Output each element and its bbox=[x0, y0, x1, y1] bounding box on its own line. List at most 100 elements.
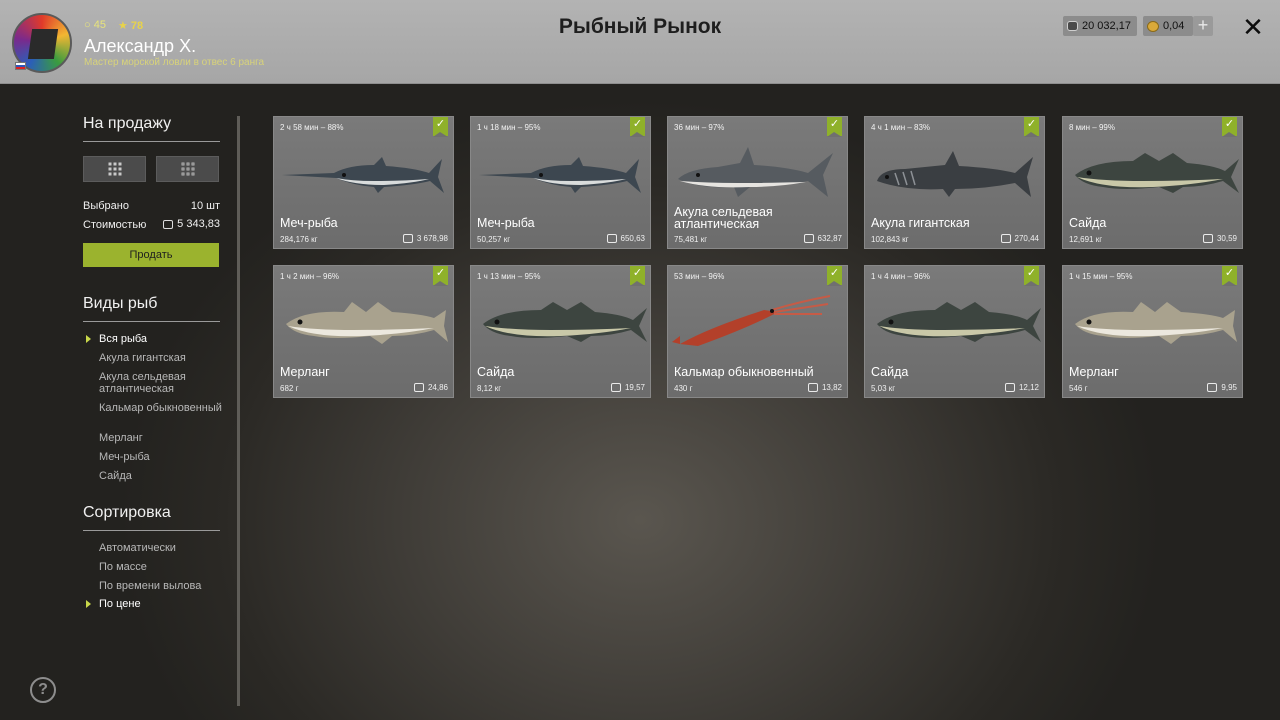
sort-option-mass[interactable]: По массе bbox=[99, 561, 229, 573]
sort-option-time[interactable]: По времени вылова bbox=[99, 580, 229, 592]
catch-time: 1 ч 2 мин – 96% bbox=[280, 272, 340, 281]
species-label: Сайда bbox=[99, 470, 132, 482]
fish-price: 9,95 bbox=[1207, 383, 1237, 392]
silver-coin-icon bbox=[1004, 383, 1015, 392]
silver-coin-icon bbox=[413, 383, 424, 392]
fish-card[interactable]: 1 ч 13 мин – 95% Сайда 8,12 кг 19,57 bbox=[470, 265, 651, 398]
species-label: Акула сельдевая атлантическая bbox=[99, 371, 186, 395]
fish-price: 3 678,98 bbox=[402, 234, 448, 243]
sort-label: По цене bbox=[99, 598, 141, 610]
species-label: Вся рыба bbox=[99, 333, 148, 345]
help-icon[interactable]: ? bbox=[30, 677, 56, 703]
price-value: 12,12 bbox=[1018, 383, 1039, 392]
fish-weight: 546 г bbox=[1069, 384, 1088, 393]
catch-time: 4 ч 1 мин – 83% bbox=[871, 123, 931, 132]
silver-coin-icon bbox=[1000, 234, 1011, 243]
grid-icon bbox=[108, 162, 121, 176]
close-button[interactable]: ✕ bbox=[1240, 14, 1266, 40]
sidebar-divider bbox=[237, 116, 240, 706]
grid-view-button[interactable] bbox=[83, 156, 146, 182]
fish-price: 650,63 bbox=[606, 234, 645, 243]
price-value: 3 678,98 bbox=[416, 234, 448, 243]
fish-name: Меч-рыба bbox=[477, 216, 535, 230]
catch-time: 2 ч 58 мин – 88% bbox=[280, 123, 344, 132]
price-value: 30,59 bbox=[1216, 234, 1237, 243]
sort-option-auto[interactable]: Автоматически bbox=[99, 542, 229, 554]
fish-weight: 12,691 кг bbox=[1069, 235, 1103, 244]
silver-coin-icon bbox=[1067, 21, 1078, 31]
russia-flag-icon bbox=[15, 62, 26, 70]
fish-name: Сайда bbox=[1069, 216, 1107, 230]
species-filter-all[interactable]: Вся рыба bbox=[86, 333, 229, 345]
fish-name: Сайда bbox=[871, 365, 909, 379]
gold-coin-icon bbox=[1147, 20, 1159, 32]
catch-time: 1 ч 4 мин – 96% bbox=[871, 272, 931, 281]
selected-checkmark-icon[interactable] bbox=[1222, 117, 1237, 137]
sort-label: По времени вылова bbox=[99, 580, 202, 592]
fish-weight: 682 г bbox=[280, 384, 299, 393]
fish-name: Мерланг bbox=[1069, 365, 1119, 379]
cost-value: 5 343,83 bbox=[177, 218, 220, 230]
level-icon: ○ bbox=[84, 19, 91, 31]
level-value: 45 bbox=[93, 19, 106, 31]
fish-name: Сайда bbox=[477, 365, 515, 379]
sale-section-title: На продажу bbox=[83, 115, 172, 132]
species-filter-porbeagle[interactable]: Акула сельдевая атлантическая bbox=[99, 371, 229, 395]
selected-checkmark-icon[interactable] bbox=[1024, 266, 1039, 286]
sort-option-price[interactable]: По цене bbox=[86, 598, 229, 610]
selected-checkmark-icon[interactable] bbox=[827, 266, 842, 286]
fish-price: 24,86 bbox=[413, 383, 448, 392]
species-filter-saithe[interactable]: Сайда bbox=[99, 470, 229, 482]
divider bbox=[83, 141, 220, 142]
selected-checkmark-icon[interactable] bbox=[630, 117, 645, 137]
silver-coin-icon bbox=[807, 383, 818, 392]
fish-card[interactable]: 2 ч 58 мин – 88% Меч-рыба 284,176 кг 3 678,… bbox=[273, 116, 454, 249]
catch-time: 36 мин – 97% bbox=[674, 123, 725, 132]
fish-price: 12,12 bbox=[1004, 383, 1039, 392]
selected-checkmark-icon[interactable] bbox=[433, 117, 448, 137]
price-value: 13,82 bbox=[821, 383, 842, 392]
selected-label: Выбрано bbox=[83, 200, 129, 212]
fish-card[interactable]: 4 ч 1 мин – 83% Акула гигантская 102,843 к… bbox=[864, 116, 1045, 249]
species-filter-squid[interactable]: Кальмар обыкновенный bbox=[99, 402, 229, 414]
fish-weight: 430 г bbox=[674, 384, 693, 393]
selected-value: 10 шт bbox=[190, 200, 220, 212]
species-label: Мерланг bbox=[99, 432, 143, 444]
catch-time: 8 мин – 99% bbox=[1069, 123, 1115, 132]
fish-card[interactable]: 8 мин – 99% Сайда 12,691 кг 30,59 bbox=[1062, 116, 1243, 249]
selected-checkmark-icon[interactable] bbox=[827, 117, 842, 137]
selected-arrow-icon bbox=[86, 600, 91, 608]
add-gold-button[interactable]: + bbox=[1193, 16, 1213, 36]
compact-view-button[interactable] bbox=[156, 156, 219, 182]
selected-checkmark-icon[interactable] bbox=[630, 266, 645, 286]
grid-outline-icon bbox=[181, 162, 194, 176]
species-filter-whiting[interactable]: Мерланг bbox=[99, 432, 229, 444]
silver-coin-icon bbox=[606, 234, 617, 243]
species-filter-basking-shark[interactable]: Акула гигантская bbox=[99, 352, 229, 364]
player-stats: ○ 45 ★ 78 bbox=[84, 19, 143, 32]
level-indicator: ○ 45 bbox=[84, 19, 106, 32]
species-label: Акула гигантская bbox=[99, 352, 186, 364]
fish-name: Мерланг bbox=[280, 365, 330, 379]
silver-coin-icon bbox=[163, 219, 174, 229]
fish-card[interactable]: 1 ч 18 мин – 95% Меч-рыба 50,257 кг 650,63 bbox=[470, 116, 651, 249]
selected-checkmark-icon[interactable] bbox=[433, 266, 448, 286]
species-filter-swordfish[interactable]: Меч-рыба bbox=[99, 451, 229, 463]
fish-card[interactable]: 1 ч 15 мин – 95% Мерланг 546 г 9,95 bbox=[1062, 265, 1243, 398]
gold-balance: 0,04 bbox=[1143, 16, 1193, 36]
silver-balance: 20 032,17 bbox=[1063, 16, 1137, 36]
price-value: 632,87 bbox=[817, 234, 842, 243]
selected-checkmark-icon[interactable] bbox=[1222, 266, 1237, 286]
fish-weight: 102,843 кг bbox=[871, 235, 909, 244]
species-label: Кальмар обыкновенный bbox=[99, 402, 222, 414]
cost-total: 5 343,83 bbox=[163, 218, 220, 230]
price-value: 650,63 bbox=[620, 234, 645, 243]
selected-checkmark-icon[interactable] bbox=[1024, 117, 1039, 137]
silver-coin-icon bbox=[1207, 383, 1218, 392]
fish-card[interactable]: 53 мин – 96% Кальмар обыкновенный 430 г 13,… bbox=[667, 265, 848, 398]
fish-card[interactable]: 1 ч 2 мин – 96% Мерланг 682 г 24,86 bbox=[273, 265, 454, 398]
fish-card[interactable]: 1 ч 4 мин – 96% Сайда 5,03 кг 12,12 bbox=[864, 265, 1045, 398]
catch-time: 53 мин – 96% bbox=[674, 272, 725, 281]
fish-card[interactable]: 36 мин – 97% Акула сельдевая атлантическа… bbox=[667, 116, 848, 249]
sell-button[interactable]: Продать bbox=[83, 243, 219, 267]
